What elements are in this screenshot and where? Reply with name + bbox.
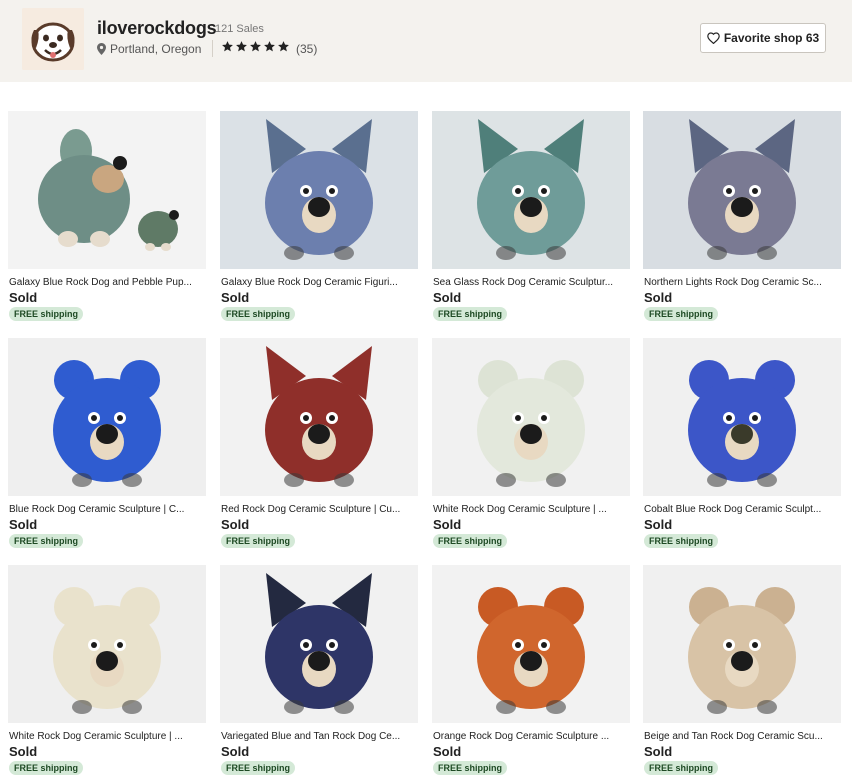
listing-status: Sold [644, 744, 673, 759]
rock-dog-photo-icon [8, 565, 206, 723]
listing-title[interactable]: Northern Lights Rock Dog Ceramic Sc... [644, 277, 840, 288]
listing-image[interactable] [220, 338, 418, 496]
listing-card[interactable]: Blue Rock Dog Ceramic Sculpture | C... So… [8, 338, 206, 556]
rating-stars [221, 40, 291, 58]
listing-image[interactable] [643, 338, 841, 496]
listing-image[interactable] [220, 111, 418, 269]
favorite-shop-button[interactable]: Favorite shop 63 [700, 23, 826, 53]
free-shipping-badge: FREE shipping [433, 307, 507, 321]
shop-header: iloverockdogs 121 Sales Portland, Oregon… [0, 0, 852, 82]
listing-title[interactable]: White Rock Dog Ceramic Sculpture | ... [433, 504, 629, 515]
shop-logo[interactable] [22, 8, 84, 70]
shop-rating[interactable]: (35) [221, 40, 317, 58]
rock-dog-photo-icon [432, 111, 630, 269]
shop-location: Portland, Oregon [97, 42, 201, 56]
sales-count: 121 Sales [215, 23, 264, 35]
listing-title[interactable]: Galaxy Blue Rock Dog and Pebble Pup... [9, 277, 205, 288]
star-icon [250, 41, 261, 52]
listing-title[interactable]: Orange Rock Dog Ceramic Sculpture ... [433, 731, 629, 742]
listing-image[interactable] [643, 111, 841, 269]
free-shipping-badge: FREE shipping [433, 761, 507, 775]
listing-title[interactable]: Red Rock Dog Ceramic Sculpture | Cu... [221, 504, 417, 515]
listing-status: Sold [644, 290, 673, 305]
listing-status: Sold [221, 744, 250, 759]
listing-status: Sold [221, 517, 250, 532]
rock-dog-photo-icon [432, 338, 630, 496]
listing-title[interactable]: Beige and Tan Rock Dog Ceramic Scu... [644, 731, 840, 742]
listing-title[interactable]: White Rock Dog Ceramic Sculpture | ... [9, 731, 205, 742]
listing-status: Sold [9, 744, 38, 759]
listing-status: Sold [433, 290, 462, 305]
star-icon [278, 41, 289, 52]
rock-dog-photo-icon [643, 338, 841, 496]
listing-card[interactable]: Variegated Blue and Tan Rock Dog Ce... So… [220, 565, 418, 783]
listing-image[interactable] [8, 338, 206, 496]
free-shipping-badge: FREE shipping [9, 761, 83, 775]
free-shipping-badge: FREE shipping [221, 761, 295, 775]
listing-status: Sold [221, 290, 250, 305]
listing-title[interactable]: Cobalt Blue Rock Dog Ceramic Sculpt... [644, 504, 840, 515]
rock-dog-photo-icon [643, 565, 841, 723]
rock-dog-photo-icon [8, 111, 206, 269]
free-shipping-badge: FREE shipping [9, 534, 83, 548]
free-shipping-badge: FREE shipping [644, 761, 718, 775]
free-shipping-badge: FREE shipping [433, 534, 507, 548]
rock-dog-photo-icon [220, 111, 418, 269]
listing-card[interactable]: White Rock Dog Ceramic Sculpture | ... So… [8, 565, 206, 783]
favorite-label: Favorite shop 63 [723, 31, 820, 45]
listing-status: Sold [9, 290, 38, 305]
listing-card[interactable]: Galaxy Blue Rock Dog Ceramic Figuri... So… [220, 111, 418, 329]
listing-card[interactable]: Beige and Tan Rock Dog Ceramic Scu... Sol… [643, 565, 841, 783]
listing-status: Sold [644, 517, 673, 532]
listing-card[interactable]: Red Rock Dog Ceramic Sculpture | Cu... So… [220, 338, 418, 556]
listing-card[interactable]: Northern Lights Rock Dog Ceramic Sc... So… [643, 111, 841, 329]
dog-logo-icon [22, 8, 84, 70]
location-pin-icon [97, 43, 106, 55]
rock-dog-photo-icon [432, 565, 630, 723]
header-divider [212, 40, 213, 57]
free-shipping-badge: FREE shipping [9, 307, 83, 321]
star-icon [264, 41, 275, 52]
rock-dog-photo-icon [220, 338, 418, 496]
listing-image[interactable] [432, 338, 630, 496]
free-shipping-badge: FREE shipping [221, 534, 295, 548]
listing-card[interactable]: Cobalt Blue Rock Dog Ceramic Sculpt... So… [643, 338, 841, 556]
heart-icon [707, 32, 720, 44]
free-shipping-badge: FREE shipping [644, 307, 718, 321]
listing-image[interactable] [8, 565, 206, 723]
rock-dog-photo-icon [643, 111, 841, 269]
listing-image[interactable] [220, 565, 418, 723]
rock-dog-photo-icon [8, 338, 206, 496]
listing-status: Sold [433, 744, 462, 759]
listing-card[interactable]: White Rock Dog Ceramic Sculpture | ... So… [432, 338, 630, 556]
listing-image[interactable] [432, 111, 630, 269]
listing-title[interactable]: Variegated Blue and Tan Rock Dog Ce... [221, 731, 417, 742]
listing-image[interactable] [8, 111, 206, 269]
shop-name[interactable]: iloverockdogs [97, 18, 217, 39]
listing-status: Sold [9, 517, 38, 532]
free-shipping-badge: FREE shipping [644, 534, 718, 548]
listing-status: Sold [433, 517, 462, 532]
star-icon [222, 41, 233, 52]
review-count: (35) [296, 42, 318, 56]
listing-title[interactable]: Sea Glass Rock Dog Ceramic Sculptur... [433, 277, 629, 288]
listing-card[interactable]: Galaxy Blue Rock Dog and Pebble Pup... So… [8, 111, 206, 329]
listing-card[interactable]: Sea Glass Rock Dog Ceramic Sculptur... So… [432, 111, 630, 329]
listing-image[interactable] [432, 565, 630, 723]
star-icon [236, 41, 247, 52]
listing-image[interactable] [643, 565, 841, 723]
listing-card[interactable]: Orange Rock Dog Ceramic Sculpture ... Sol… [432, 565, 630, 783]
rock-dog-photo-icon [220, 565, 418, 723]
location-text: Portland, Oregon [110, 42, 202, 56]
free-shipping-badge: FREE shipping [221, 307, 295, 321]
listing-title[interactable]: Galaxy Blue Rock Dog Ceramic Figuri... [221, 277, 417, 288]
listing-title[interactable]: Blue Rock Dog Ceramic Sculpture | C... [9, 504, 205, 515]
